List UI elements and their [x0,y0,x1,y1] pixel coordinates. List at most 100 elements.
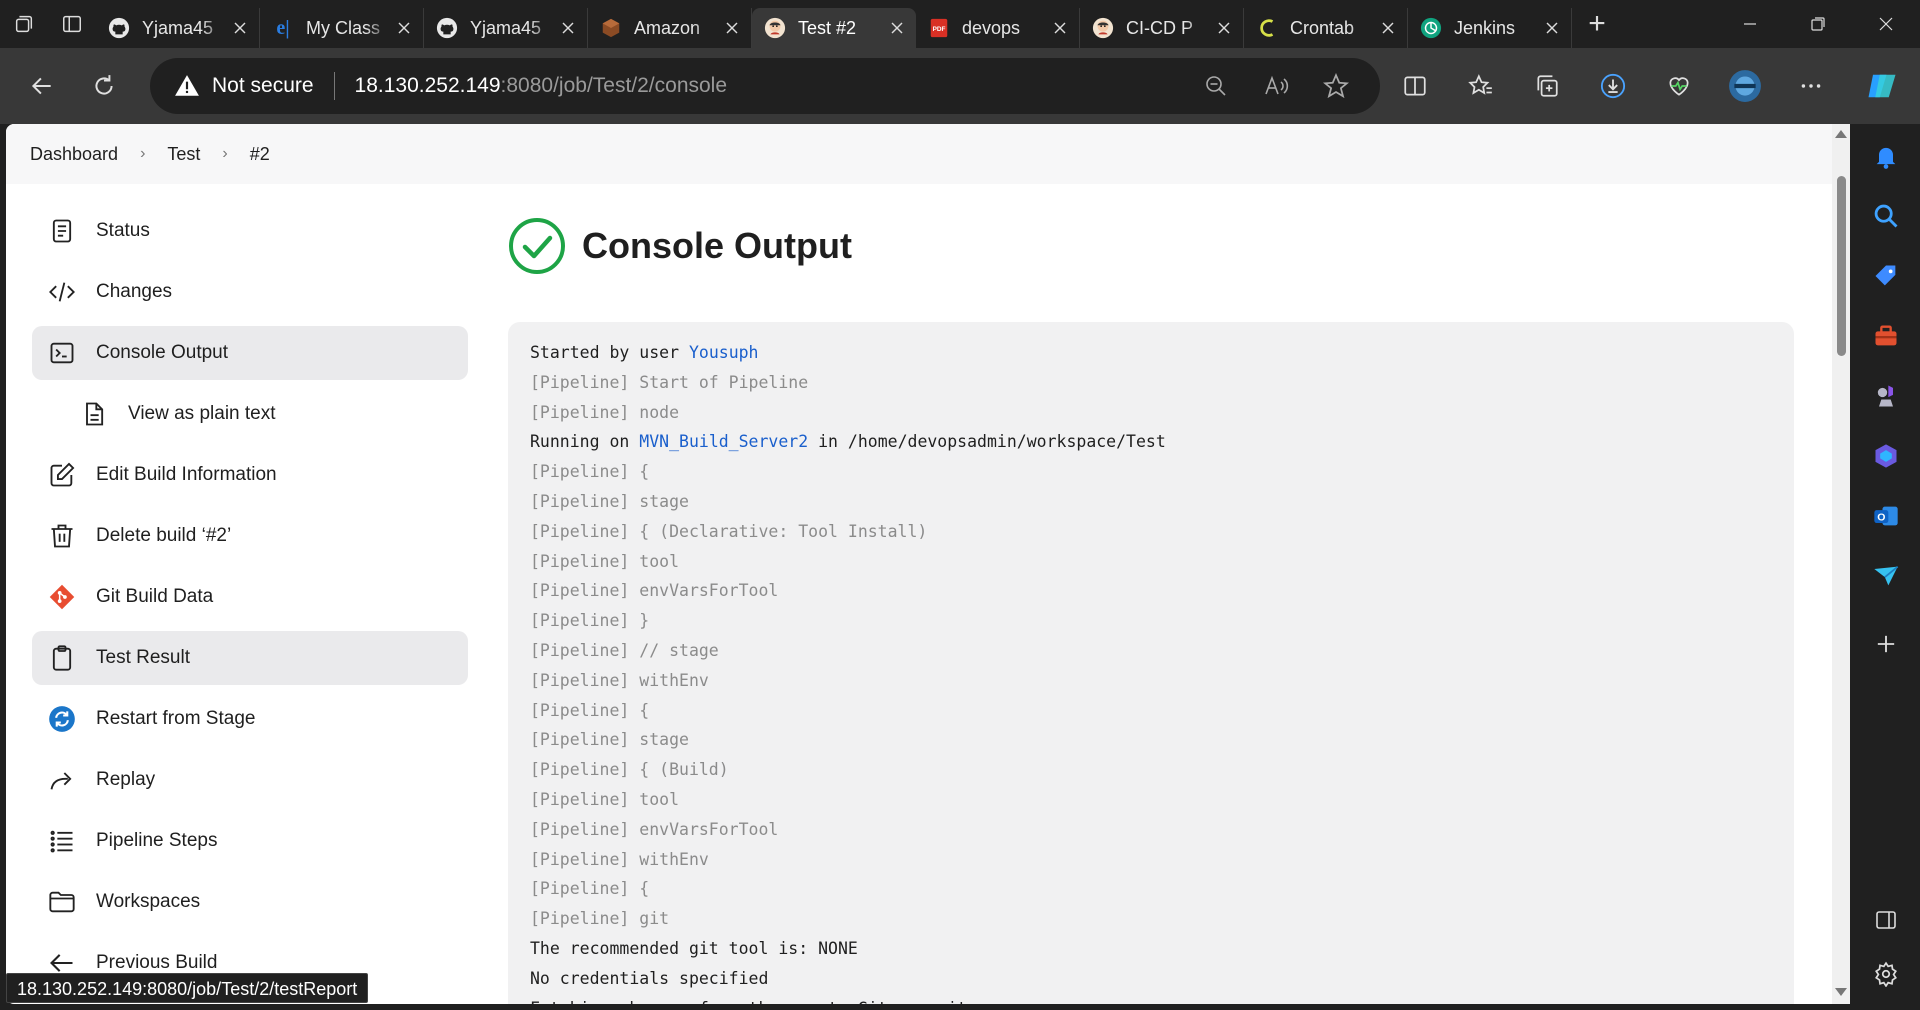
browser-tab[interactable]: Yjama45 [424,8,588,48]
console-text: Fetching changes from the remote Git rep… [530,999,997,1004]
nav-item-git-build-data[interactable]: Git Build Data [32,570,468,624]
browser-tab[interactable]: Amazon [588,8,752,48]
browser-tab[interactable]: PDF devops [916,8,1080,48]
zoom-out-icon[interactable] [1186,58,1246,114]
console-output[interactable]: Started by user Yousuph [Pipeline] Start … [508,322,1794,1004]
nav-item-workspaces[interactable]: Workspaces [32,875,468,929]
clipboard-icon [46,642,78,674]
favorites-icon[interactable] [1448,48,1514,124]
outlook-icon[interactable]: O [1852,486,1920,546]
tab-title: Yjama45 [142,17,214,38]
console-text: in /home/devopsadmin/workspace/Test [808,432,1166,452]
code-icon [46,276,78,308]
address-bar[interactable]: Not secure 18.130.252.149 :8080/job/Test… [150,58,1380,114]
console-line: [Pipeline] git [530,904,1794,934]
nav-item-changes[interactable]: Changes [32,265,468,319]
nav-item-label: Restart from Stage [96,708,256,729]
nav-item-label: Replay [96,769,156,790]
url-host: 18.130.252.149 [354,74,501,97]
browser-tab[interactable]: CI-CD P [1080,8,1244,48]
nav-item-pipeline-steps[interactable]: Pipeline Steps [32,814,468,868]
profile-avatar[interactable] [1712,48,1778,124]
favorite-star-icon[interactable] [1306,58,1366,114]
browser-tab[interactable]: Crontab [1244,8,1408,48]
console-text: [Pipeline] withEnv [530,670,709,690]
split-screen-icon[interactable] [1382,48,1448,124]
drop-icon[interactable] [1852,546,1920,606]
nav-item-edit-build-information[interactable]: Edit Build Information [32,448,468,502]
nav-item-view-as-plain-text[interactable]: View as plain text [32,387,468,441]
restore-button[interactable] [1784,0,1852,48]
refresh-button[interactable] [82,64,126,108]
back-button[interactable] [20,64,64,108]
new-tab-button[interactable]: + [1572,0,1622,48]
console-line: [Pipeline] { [530,457,1794,487]
console-line: No credentials specified [530,964,1794,994]
console-line: [Pipeline] // stage [530,636,1794,666]
games-icon[interactable] [1852,366,1920,426]
address-bar-actions [1186,58,1366,114]
close-tab-icon[interactable] [231,19,249,37]
settings-gear-icon[interactable] [1852,946,1920,1002]
tab-actions-icon[interactable] [48,0,96,48]
tools-icon[interactable] [1852,306,1920,366]
nav-item-restart-from-stage[interactable]: Restart from Stage [32,692,468,746]
breadcrumb-build[interactable]: #2 [250,144,270,165]
browser-tab[interactable]: Test #2 [752,8,916,48]
close-tab-icon[interactable] [888,19,906,37]
workspaces-icon[interactable] [0,0,48,48]
nav-item-status[interactable]: Status [32,204,468,258]
close-tab-icon[interactable] [723,19,741,37]
close-tab-icon[interactable] [395,19,413,37]
scroll-down-arrow[interactable] [1835,988,1847,996]
console-text: The recommended git tool is: NONE [530,938,858,958]
console-text: [Pipeline] stage [530,491,689,511]
nav-item-delete-build-2[interactable]: Delete build ‘#2’ [32,509,468,563]
console-text: [Pipeline] { (Declarative: Tool Install) [530,521,928,541]
more-options-icon[interactable] [1778,48,1844,124]
page-scrollbar[interactable] [1832,124,1850,1004]
scroll-thumb[interactable] [1837,176,1846,356]
close-tab-icon[interactable] [1051,19,1069,37]
nav-item-test-result[interactable]: Test Result [32,631,468,685]
console-text: [Pipeline] tool [530,551,680,571]
browser-tab[interactable]: Yjama45 [96,8,260,48]
shopping-icon[interactable] [1852,246,1920,306]
nav-item-console-output[interactable]: Console Output [32,326,468,380]
microsoft-365-icon[interactable] [1852,426,1920,486]
close-window-button[interactable] [1852,0,1920,48]
downloads-icon[interactable] [1580,48,1646,124]
nav-item-replay[interactable]: Replay [32,753,468,807]
tab-title: My Class [306,17,381,38]
close-tab-icon[interactable] [1215,19,1233,37]
close-tab-icon[interactable] [559,19,577,37]
close-tab-icon[interactable] [1379,19,1397,37]
browser-tab[interactable]: Jenkins [1408,8,1572,48]
minimize-button[interactable] [1716,0,1784,48]
collections-icon[interactable] [1514,48,1580,124]
console-text: Running on [530,432,640,452]
console-text: [Pipeline] envVarsForTool [530,581,779,601]
browser-essentials-icon[interactable] [1646,48,1712,124]
copilot-icon[interactable] [1844,48,1920,124]
browser-tab[interactable]: e| My Class [260,8,424,48]
security-label[interactable]: Not secure [212,74,314,98]
breadcrumb-dashboard[interactable]: Dashboard [30,144,118,165]
main-content: Console Output Started by user Yousuph [P… [508,204,1794,1004]
console-link[interactable]: Yousuph [689,343,759,362]
console-line: [Pipeline] withEnv [530,666,1794,696]
nav-item-label: Status [96,220,150,241]
search-icon[interactable] [1852,186,1920,246]
hide-sidebar-icon[interactable] [1852,892,1920,948]
add-sidebar-app-icon[interactable] [1852,614,1920,674]
nav-item-label: Changes [96,281,173,302]
breadcrumb-test[interactable]: Test [167,144,200,165]
nav-item-label: Edit Build Information [96,464,277,485]
read-aloud-icon[interactable] [1246,58,1306,114]
close-tab-icon[interactable] [1543,19,1561,37]
warning-icon[interactable] [174,73,200,99]
console-link[interactable]: MVN_Build_Server2 [639,432,808,451]
scroll-up-arrow[interactable] [1835,130,1847,138]
notifications-icon[interactable] [1852,126,1920,186]
tab-title: Jenkins [1454,17,1516,38]
